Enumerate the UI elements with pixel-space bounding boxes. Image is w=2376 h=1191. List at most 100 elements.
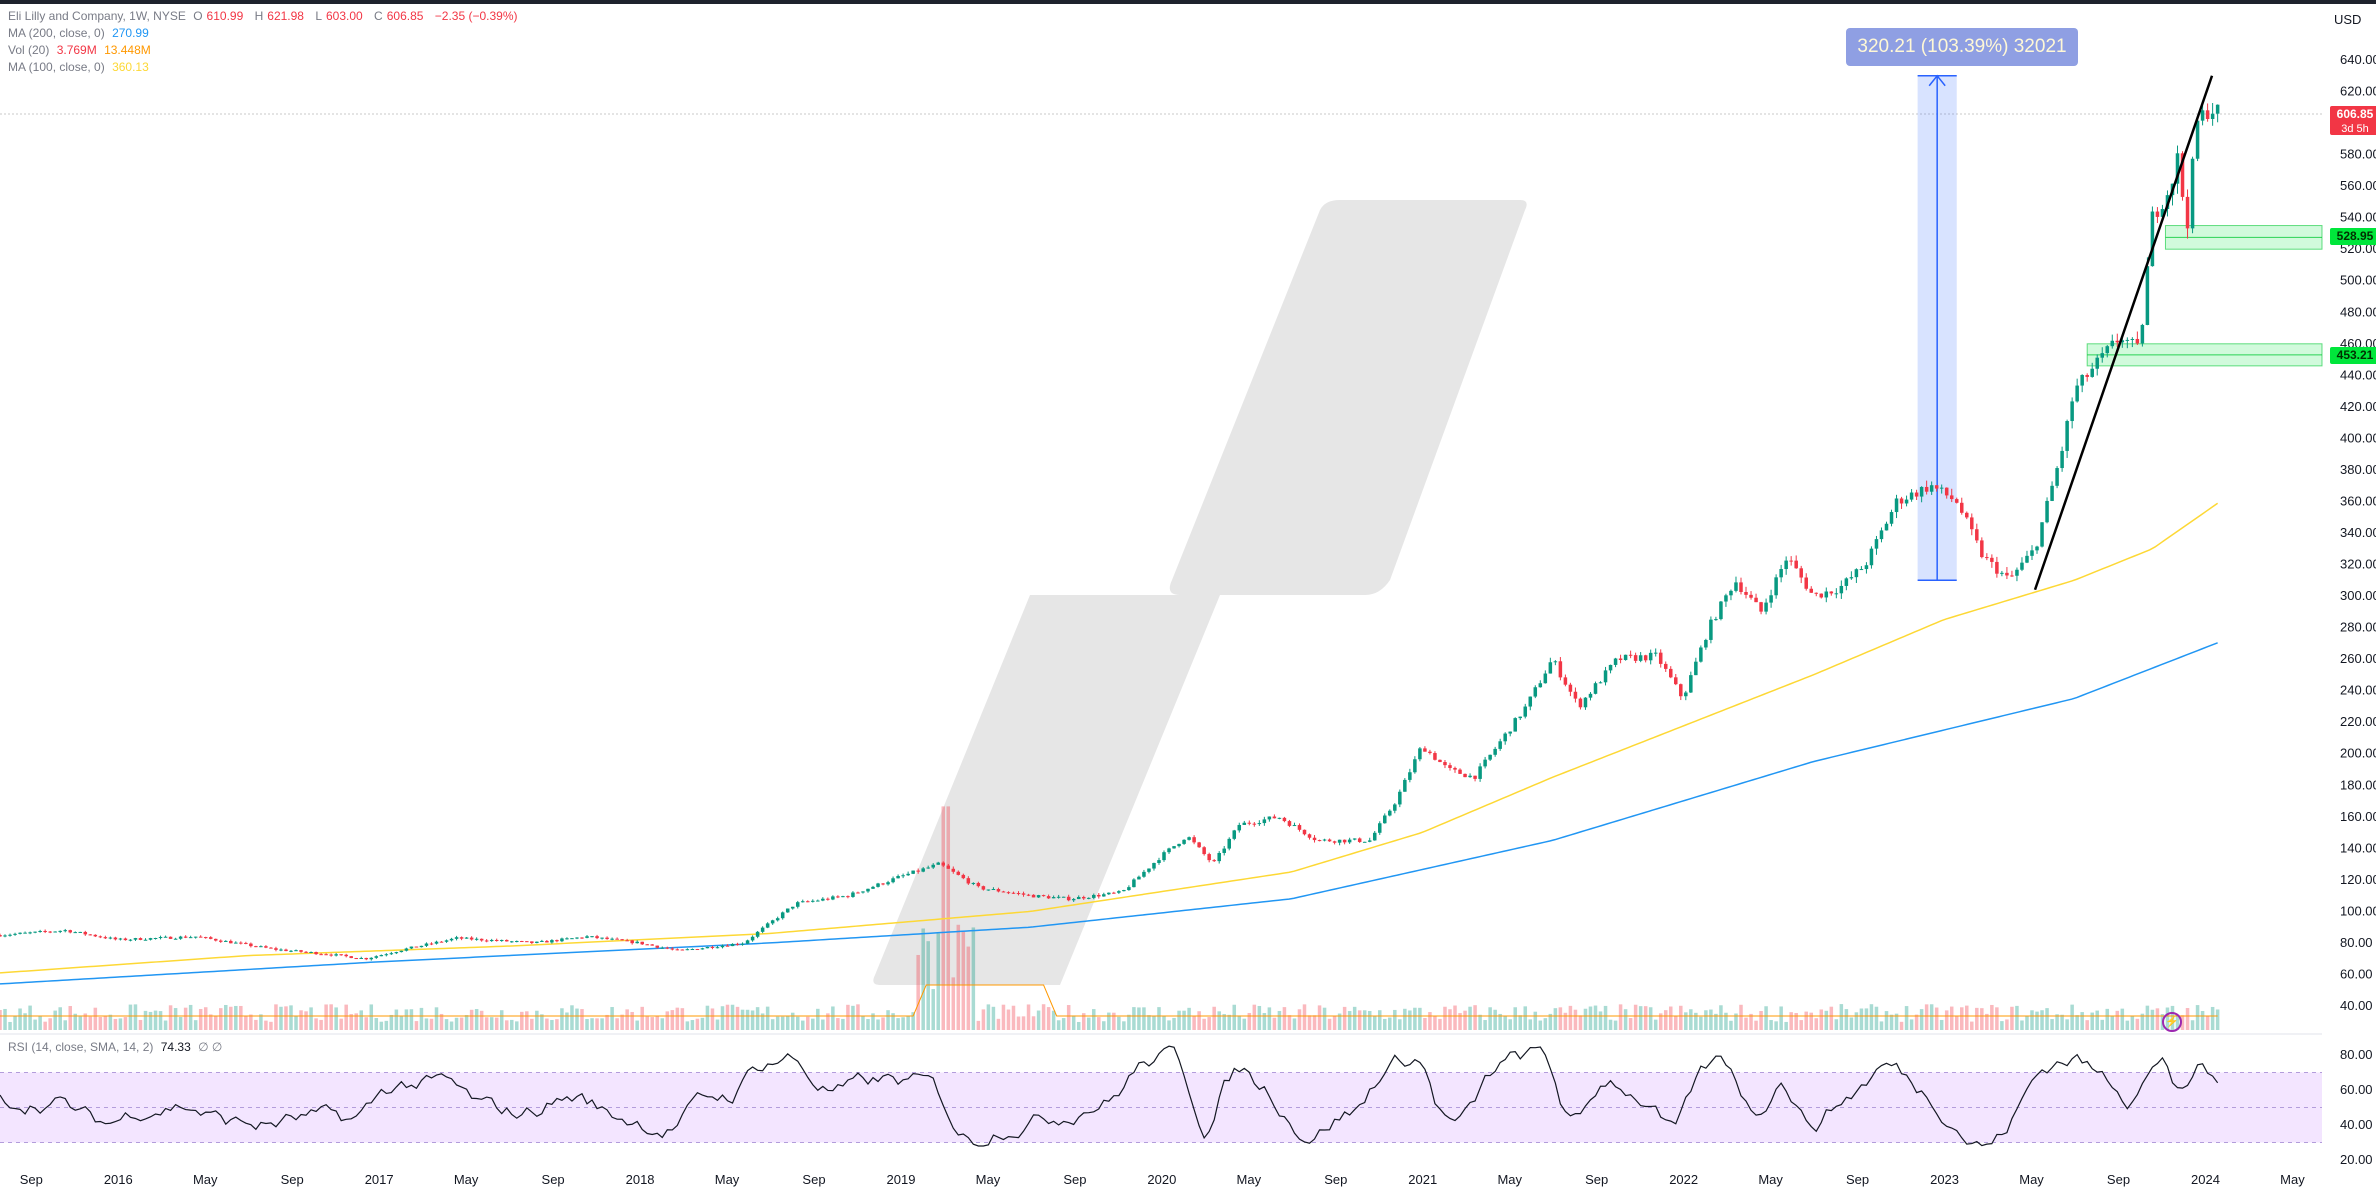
symbol-title: Eli Lilly and Company, 1W, NYSE <box>8 9 186 23</box>
volume-bar <box>399 1016 404 1030</box>
candle-body <box>580 937 584 939</box>
candle-body <box>2005 572 2009 576</box>
volume-legend[interactable]: Vol (20) 3.769M 13.448M <box>8 42 155 58</box>
candle-body <box>2190 158 2195 229</box>
candle-body <box>118 938 123 940</box>
volume-bar <box>1177 1010 1181 1030</box>
volume-bar <box>13 1015 17 1030</box>
ma100-legend[interactable]: MA (100, close, 0) 360.13 <box>8 59 153 75</box>
volume-bar <box>2000 1021 2004 1030</box>
lightning-icon[interactable]: ⚡ <box>2162 1012 2182 1032</box>
volume-bar <box>203 1007 208 1030</box>
volume-bar <box>1934 1007 1939 1030</box>
volume-bar <box>88 1016 93 1030</box>
volume-bar <box>916 954 920 1030</box>
price-tick-label: 480.00 <box>2340 304 2376 319</box>
candle-body <box>881 883 885 885</box>
volume-bar <box>1232 1004 1237 1030</box>
price-tick-label: 320.00 <box>2340 557 2376 572</box>
candle-body <box>1653 652 1658 654</box>
volume-bar <box>1694 1012 1698 1030</box>
candle-body <box>1714 619 1718 621</box>
candle-body <box>0 935 2 937</box>
candle-body <box>1949 495 1954 500</box>
volume-bar <box>575 1008 579 1030</box>
candle-body <box>1543 673 1548 684</box>
ma200-legend[interactable]: MA (200, close, 0) 270.99 <box>8 25 153 41</box>
price-tick-label: 160.00 <box>2340 809 2376 824</box>
candle-body <box>1172 846 1176 849</box>
candle-body <box>2025 555 2029 563</box>
volume-bar <box>108 1014 113 1030</box>
volume-bar <box>1398 1019 1402 1030</box>
volume-bar <box>1122 1021 1126 1030</box>
candle-body <box>1247 822 1252 824</box>
volume-bar <box>926 941 930 1030</box>
volume-bar <box>2035 1011 2039 1030</box>
candle-body <box>760 927 765 932</box>
candle-body <box>489 939 494 942</box>
vol-ma-value: 13.448M <box>104 43 151 57</box>
volume-bar <box>510 1019 514 1030</box>
volume-bar <box>153 1010 158 1030</box>
rsi-legend[interactable]: RSI (14, close, SMA, 14, 2) 74.33 ∅ ∅ <box>8 1039 226 1055</box>
candle-body <box>1528 696 1533 707</box>
volume-bar <box>675 1007 680 1030</box>
candle-body <box>2045 500 2049 523</box>
volume-bar <box>379 1021 384 1030</box>
volume-bar <box>700 1017 705 1030</box>
volume-bar <box>856 1004 860 1030</box>
volume-bar <box>274 1004 278 1030</box>
volume-bar <box>966 946 971 1030</box>
time-tick-label: May <box>1497 1172 1522 1187</box>
chart-canvas[interactable]: 40.00 60.00 80.00 100.00 120.00 140.00 160.00 1… <box>0 0 2376 1191</box>
candle-body <box>1122 890 1126 892</box>
candle-body <box>1398 791 1402 805</box>
candle-body <box>2065 421 2069 451</box>
volume-bar <box>1814 1018 1819 1030</box>
volume-bar <box>1377 1010 1382 1030</box>
volume-bar <box>670 1010 675 1030</box>
volume-bar <box>996 1018 1001 1030</box>
candle-body <box>1011 892 1016 894</box>
candle-body <box>1388 810 1392 816</box>
candle-body <box>464 937 469 939</box>
candle-body <box>103 937 108 939</box>
volume-bar <box>1653 1019 1658 1030</box>
volume-bar <box>2115 1010 2120 1030</box>
volume-bar <box>861 1015 865 1030</box>
volume-bar <box>1679 1005 1683 1030</box>
measure-label[interactable]: 320.21 (103.39%) 32021 <box>1846 28 2078 66</box>
candle-body <box>1563 677 1568 685</box>
candle-body <box>1779 569 1783 578</box>
currency-label[interactable]: USD <box>2334 12 2361 27</box>
time-tick-label: May <box>715 1172 740 1187</box>
candle-body <box>2145 266 2150 325</box>
candle-body <box>1769 595 1773 603</box>
candle-body <box>1573 691 1578 699</box>
time-axis[interactable]: Sep 2016 May Sep 2017 May Sep 2018 May Sep 2019 May… <box>20 1172 2305 1187</box>
volume-bar <box>590 1018 594 1030</box>
volume-bar <box>1393 1009 1397 1030</box>
volume-bar <box>1699 1016 1703 1030</box>
candle-body <box>730 943 735 947</box>
trendline[interactable] <box>2033 75 2214 591</box>
candle-body <box>83 931 88 935</box>
candle-body <box>520 941 524 943</box>
volume-bar <box>640 1006 644 1030</box>
price-axis[interactable]: 40.00 60.00 80.00 100.00 120.00 140.00 160.00 1… <box>2340 52 2376 1013</box>
time-tick-label: May <box>1758 1172 1783 1187</box>
candle-body <box>469 937 474 940</box>
candle-body <box>479 938 484 941</box>
volume-bar <box>715 1019 720 1030</box>
candle-body <box>1518 716 1522 719</box>
volume-bar <box>655 1016 660 1030</box>
time-tick-label: Sep <box>281 1172 304 1187</box>
candle-body <box>153 938 158 940</box>
time-tick-label: Sep <box>1324 1172 1347 1187</box>
candle-body <box>790 906 795 909</box>
candle-body <box>1663 663 1668 669</box>
volume-bar <box>1227 1014 1231 1030</box>
measure-tool-range[interactable] <box>1917 74 1957 582</box>
candle-body <box>906 873 910 876</box>
